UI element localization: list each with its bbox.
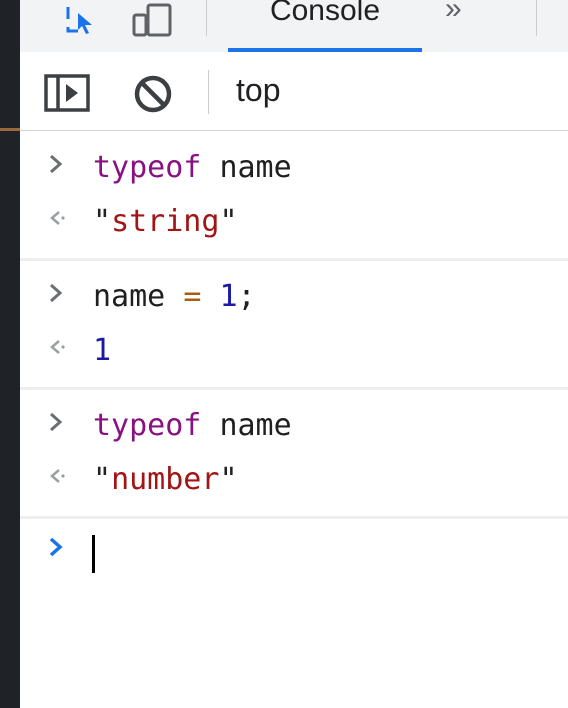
input-chevron-icon [50,154,63,174]
output-arrow-icon [50,211,65,225]
code-token: ; [237,279,256,314]
devtools-panel: Console » top typeof name "string" name … [20,0,568,708]
console-entry: typeof name "number" [20,390,568,519]
code-token: name [93,279,166,314]
code-token: name [219,150,292,185]
prompt-chevron-icon [49,537,63,557]
tab-console[interactable]: Console [228,0,422,52]
sidebar-toggle-icon[interactable] [44,74,90,117]
output-arrow-icon [50,340,65,354]
code-token: 1 [219,279,238,314]
console-input: typeof name [93,408,292,443]
console-entry: typeof name "string" [20,132,568,261]
tabbar-separator [206,0,207,36]
clear-console-icon[interactable] [133,74,173,119]
console-output: "number" [93,462,238,497]
console-toolbar: top [20,52,568,131]
output-string-value: string [111,204,220,239]
tabbar-separator-right [536,0,537,36]
code-token: = [183,279,202,314]
code-token: typeof [93,150,202,185]
console-input-line: typeof name [20,144,568,198]
left-strip-accent [0,128,20,131]
more-tabs-button[interactable]: » [445,0,462,26]
console-input-line: typeof name [20,402,568,456]
input-chevron-icon [50,412,63,432]
toolbar-separator [208,70,209,114]
execution-context-selector[interactable]: top [236,72,280,109]
output-arrow-icon [50,469,65,483]
console-output-line: 1 [20,327,568,381]
code-token: name [219,408,292,443]
left-editor-strip [0,0,20,708]
output-number-value: 1 [93,333,112,368]
console-output: "string" [93,204,238,239]
console-log: typeof name "string" name = 1; 1 typeof … [20,132,568,585]
device-toolbar-icon[interactable] [124,0,178,40]
inspect-element-icon[interactable] [60,0,100,40]
console-input: typeof name [93,150,292,185]
console-output-line: "string" [20,198,568,252]
input-chevron-icon [50,283,63,303]
console-prompt[interactable] [20,525,568,585]
output-string-value: number [111,462,220,497]
console-output-line: "number" [20,456,568,510]
code-token: typeof [93,408,202,443]
tab-console-label: Console [269,0,381,27]
devtools-tabbar: Console » [20,0,568,53]
console-input-line: name = 1; [20,273,568,327]
console-input: name = 1; [93,279,256,314]
text-caret [92,535,95,573]
console-entry: name = 1; 1 [20,261,568,390]
